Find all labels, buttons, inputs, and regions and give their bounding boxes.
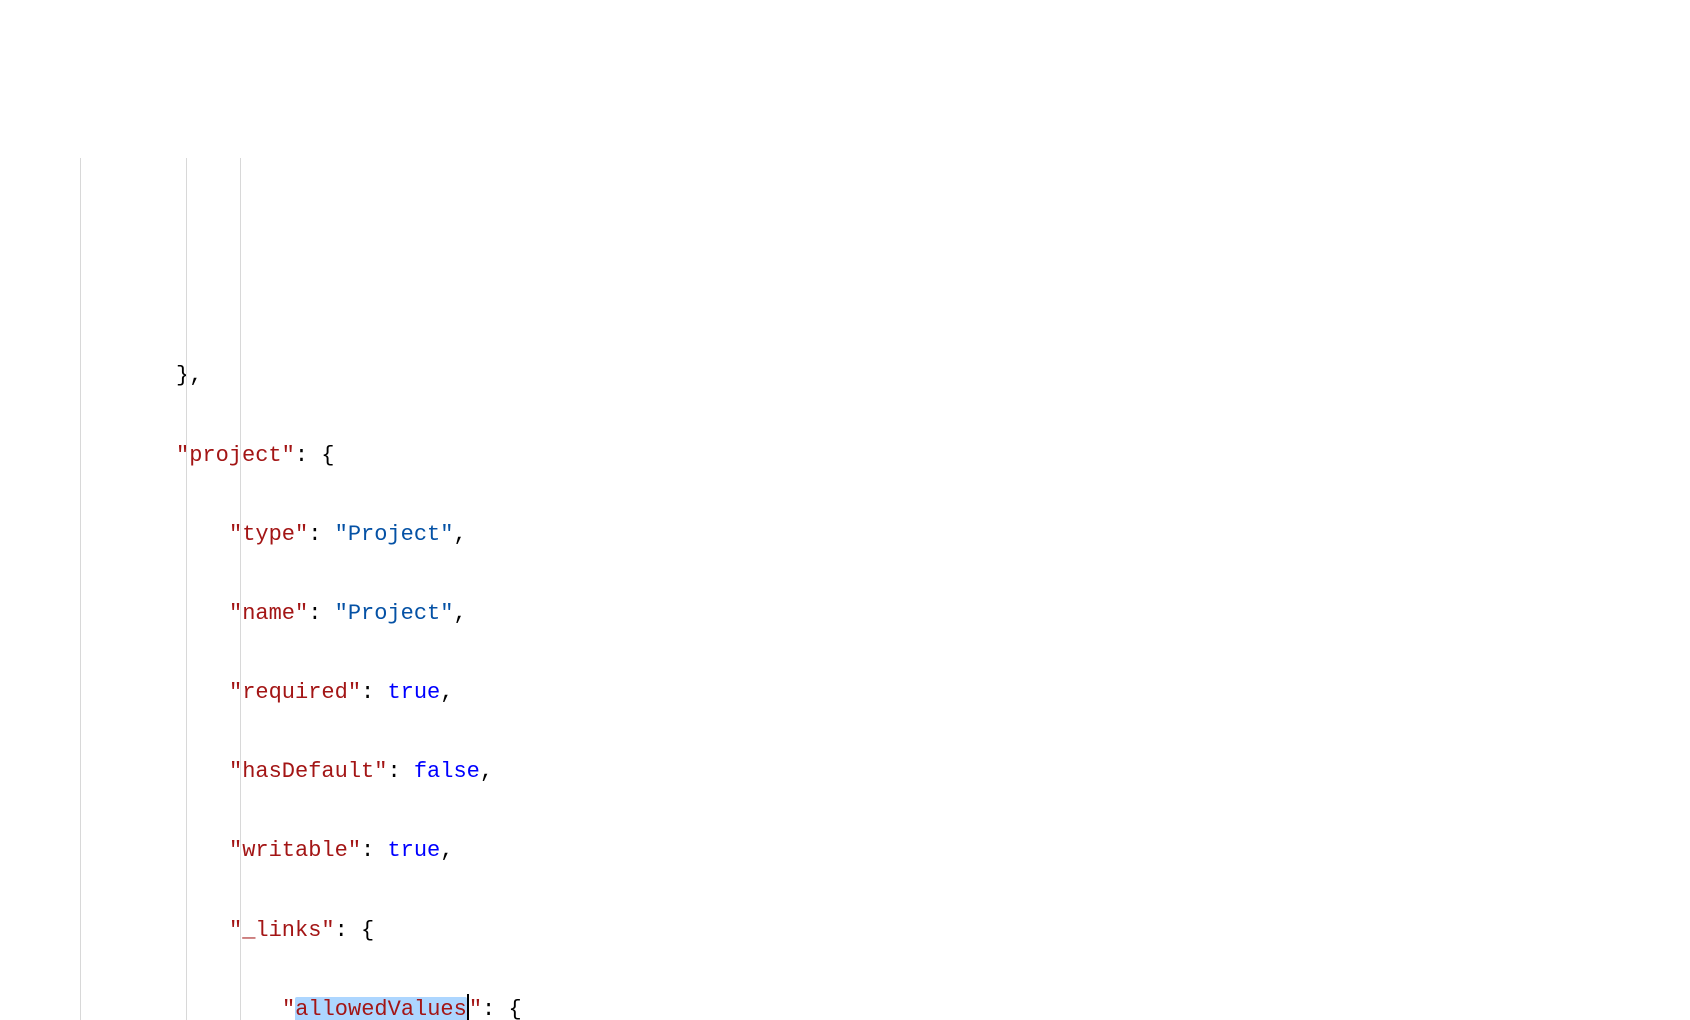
json-key: "hasDefault" — [229, 759, 387, 784]
code-editor[interactable]: }, "project": { "type": "Project", "name… — [0, 158, 1690, 1020]
json-punct: , — [480, 759, 493, 784]
indent-guide — [80, 158, 81, 1020]
json-punct: : { — [295, 443, 335, 468]
json-punct: : — [308, 522, 334, 547]
json-key: " — [469, 997, 482, 1020]
json-punct: , — [440, 838, 453, 863]
selected-text[interactable]: allowedValues — [295, 997, 467, 1020]
json-punct: : — [361, 838, 387, 863]
json-key: "required" — [229, 680, 361, 705]
json-key: "writable" — [229, 838, 361, 863]
code-line: "hasDefault": false, — [70, 752, 1690, 792]
json-string: "Project" — [335, 522, 454, 547]
json-punct: : — [482, 997, 508, 1020]
json-brace: { — [361, 918, 374, 943]
code-line: "required": true, — [70, 673, 1690, 713]
code-line: }, — [70, 356, 1690, 396]
json-punct: , — [453, 601, 466, 626]
json-punct: : — [335, 918, 361, 943]
indent-guide — [240, 158, 241, 1020]
json-punct: : — [387, 759, 413, 784]
code-line: "type": "Project", — [70, 515, 1690, 555]
json-brace: }, — [176, 363, 202, 388]
json-punct: : — [308, 601, 334, 626]
json-key: "project" — [176, 443, 295, 468]
json-key: "_links" — [229, 918, 335, 943]
code-line: "name": "Project", — [70, 594, 1690, 634]
json-boolean: true — [387, 680, 440, 705]
json-key: " — [282, 997, 295, 1020]
code-line: "_links": { — [70, 911, 1690, 951]
json-brace: { — [508, 997, 521, 1020]
json-punct: : — [361, 680, 387, 705]
json-boolean: false — [414, 759, 480, 784]
json-string: "Project" — [335, 601, 454, 626]
code-line: "project": { — [70, 436, 1690, 476]
json-boolean: true — [387, 838, 440, 863]
code-line: "writable": true, — [70, 831, 1690, 871]
json-punct: , — [440, 680, 453, 705]
code-line: "allowedValues": { — [70, 990, 1690, 1020]
json-punct: , — [453, 522, 466, 547]
indent-guide — [186, 158, 187, 1020]
